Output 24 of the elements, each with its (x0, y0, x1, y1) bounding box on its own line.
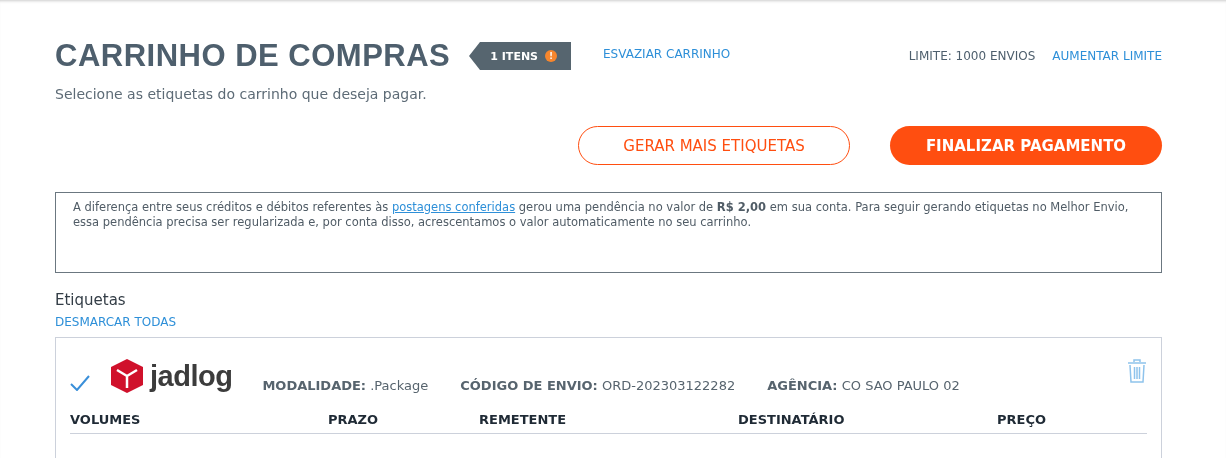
section-title: Etiquetas (55, 291, 127, 309)
cube-icon (110, 358, 144, 394)
notice-text: A diferença entre seus créditos e débitos referentes às postagens conferidas gerou uma pendência no valor de R$ 2,00 em sua conta. Para seguir gerando etiquetas no Melhor Envio, essa pendência precisa ser regularizada e, por conta disso, acrescentamos o valor automaticamente no seu carrinho. (55, 192, 1162, 273)
uncheck-all-link[interactable]: DESMARCAR TODAS (55, 315, 177, 329)
subtitle: Selecione as etiquetas do carrinho que deseja pagar. (55, 86, 428, 102)
trash-icon[interactable] (1127, 359, 1147, 383)
column-header: DESTINATÁRIO (738, 412, 846, 427)
column-header: VOLUMES (70, 412, 142, 427)
limit-text: LIMITE: 1000 ENVIOS (908, 49, 1036, 63)
page-title: CARRINHO DE COMPRAS (55, 38, 451, 74)
shipment-field: CÓDIGO DE ENVIO: ORD-202303122282 (460, 377, 736, 393)
checkmark-icon[interactable] (70, 375, 90, 391)
increase-limit-link[interactable]: AUMENTAR LIMITE (1052, 49, 1162, 63)
shipment-field: MODALIDADE: .Package (262, 377, 429, 393)
clear-cart-link[interactable]: ESVAZIAR CARRINHO (603, 47, 731, 61)
carrier-logo: jadlog (150, 359, 233, 393)
shipment-field: AGÊNCIA: CO SAO PAULO 02 (767, 377, 960, 393)
notice-link[interactable]: postagens conferidas (391, 200, 516, 214)
checkout-button[interactable]: FINALIZAR PAGAMENTO (890, 126, 1162, 165)
column-header: REMETENTE (479, 412, 568, 427)
column-header: PRAZO (328, 412, 380, 427)
alert-icon: ! (545, 50, 558, 62)
generate-labels-button[interactable]: GERAR MAIS ETIQUETAS (578, 126, 850, 165)
column-header: PREÇO (997, 412, 1047, 427)
